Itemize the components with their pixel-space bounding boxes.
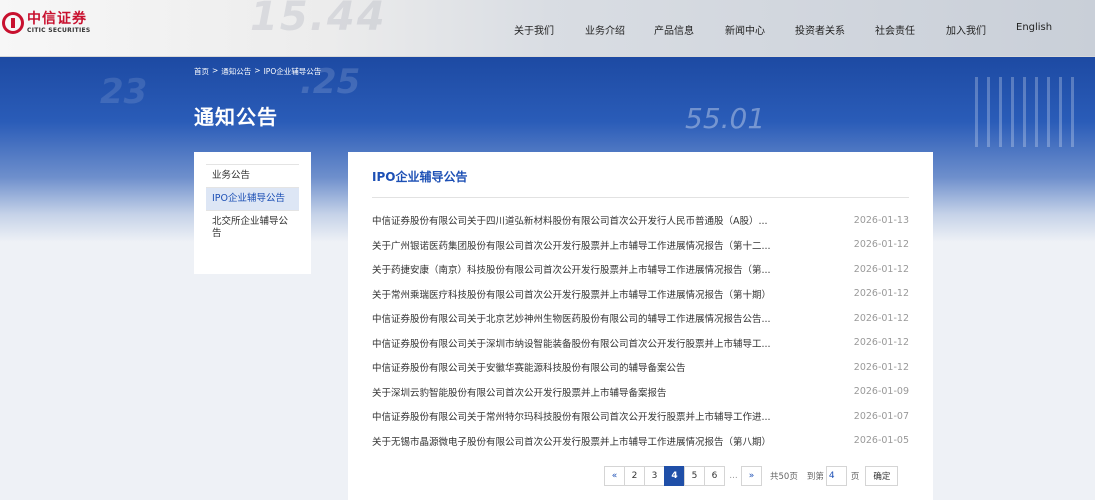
notice-date: 2026-01-12 <box>853 263 909 275</box>
notice-title[interactable]: 关于广州银诺医药集团股份有限公司首次公开发行股票并上市辅导工作进展情况报告（第十… <box>372 238 792 252</box>
list-item[interactable]: 中信证券股份有限公司关于北京艺妙神州生物医药股份有限公司的辅导工作进展情况报告公… <box>372 306 909 331</box>
banner-decoration: 23 <box>100 72 148 112</box>
total-pages: 共50页 <box>770 472 798 482</box>
list-item[interactable]: 中信证券股份有限公司关于四川道弘新材料股份有限公司首次公开发行人民币普通股（A股… <box>372 208 909 233</box>
list-item[interactable]: 关于无锡市晶源微电子股份有限公司首次公开发行股票并上市辅导工作进展情况报告（第八… <box>372 429 909 454</box>
prev-page-button[interactable]: « <box>604 466 625 486</box>
notice-date: 2026-01-12 <box>853 337 909 349</box>
notice-title[interactable]: 中信证券股份有限公司关于常州特尔玛科技股份有限公司首次公开发行股票并上市辅导工作… <box>372 409 792 423</box>
list-item[interactable]: 关于常州乘瑞医疗科技股份有限公司首次公开发行股票并上市辅导工作进展情况报告（第十… <box>372 282 909 307</box>
sidebar-item-bse-notices[interactable]: 北交所企业辅导公告 <box>206 209 299 245</box>
main-panel: IPO企业辅导公告 中信证券股份有限公司关于四川道弘新材料股份有限公司首次公开发… <box>348 152 933 500</box>
logo[interactable]: 中信证券 CITIC SECURITIES <box>2 12 91 34</box>
notice-title[interactable]: 关于深圳云豹智能股份有限公司首次公开发行股票并上市辅导备案报告 <box>372 385 792 399</box>
page-button-3[interactable]: 3 <box>644 466 665 486</box>
notice-date: 2026-01-12 <box>853 239 909 251</box>
breadcrumb-separator: > <box>254 66 261 75</box>
page-button-6[interactable]: 6 <box>704 466 725 486</box>
sidebar-item-business-notices[interactable]: 业务公告 <box>206 164 299 187</box>
notice-date: 2026-01-12 <box>853 288 909 300</box>
nav-social[interactable]: 社会责任 <box>875 22 915 37</box>
list-item[interactable]: 关于深圳云豹智能股份有限公司首次公开发行股票并上市辅导备案报告 2026-01-0… <box>372 380 909 405</box>
list-item[interactable]: 中信证券股份有限公司关于安徽华赛能源科技股份有限公司的辅导备案公告 2026-01… <box>372 355 909 380</box>
top-header: 15.44 中信证券 CITIC SECURITIES 关于我们 业务介绍 产品… <box>0 0 1095 57</box>
next-page-button[interactable]: » <box>741 466 762 486</box>
notice-title[interactable]: 中信证券股份有限公司关于四川道弘新材料股份有限公司首次公开发行人民币普通股（A股… <box>372 213 792 227</box>
pagination: « 2 3 4 5 6 ... » 共50页 到第 页 确定 <box>604 466 899 486</box>
logo-mark-icon <box>2 12 24 34</box>
goto-unit: 页 <box>850 472 860 482</box>
list-item[interactable]: 关于广州银诺医药集团股份有限公司首次公开发行股票并上市辅导工作进展情况报告（第十… <box>372 233 909 258</box>
breadcrumb-notices[interactable]: 通知公告 <box>221 66 251 77</box>
banner-decoration <box>975 77 1075 147</box>
page-button-current[interactable]: 4 <box>664 466 685 486</box>
notice-title[interactable]: 中信证券股份有限公司关于北京艺妙神州生物医药股份有限公司的辅导工作进展情况报告公… <box>372 311 792 325</box>
notice-title[interactable]: 中信证券股份有限公司关于深圳市纳设智能装备股份有限公司首次公开发行股票并上市辅导… <box>372 336 792 350</box>
nav-about[interactable]: 关于我们 <box>514 22 554 37</box>
list-item[interactable]: 关于药捷安康（南京）科技股份有限公司首次公开发行股票并上市辅导工作进展情况报告（… <box>372 257 909 282</box>
banner-decoration: 55.01 <box>685 102 766 135</box>
breadcrumb-current: IPO企业辅导公告 <box>263 67 322 76</box>
nav-join[interactable]: 加入我们 <box>946 22 986 37</box>
page-title: 通知公告 <box>194 105 278 129</box>
goto-confirm-button[interactable]: 确定 <box>865 466 899 486</box>
nav-products[interactable]: 产品信息 <box>654 22 694 37</box>
nav-business[interactable]: 业务介绍 <box>585 22 625 37</box>
page-gap: ... <box>729 471 738 481</box>
notice-title[interactable]: 关于药捷安康（南京）科技股份有限公司首次公开发行股票并上市辅导工作进展情况报告（… <box>372 262 792 276</box>
list-item[interactable]: 中信证券股份有限公司关于深圳市纳设智能装备股份有限公司首次公开发行股票并上市辅导… <box>372 331 909 356</box>
notice-list: 中信证券股份有限公司关于四川道弘新材料股份有限公司首次公开发行人民币普通股（A股… <box>372 208 909 453</box>
notice-title[interactable]: 中信证券股份有限公司关于安徽华赛能源科技股份有限公司的辅导备案公告 <box>372 360 792 374</box>
goto-page-input[interactable] <box>825 466 847 486</box>
notice-title[interactable]: 关于无锡市晶源微电子股份有限公司首次公开发行股票并上市辅导工作进展情况报告（第八… <box>372 434 792 448</box>
notice-date: 2026-01-12 <box>853 312 909 324</box>
notice-date: 2026-01-07 <box>853 410 909 422</box>
nav-news[interactable]: 新闻中心 <box>725 22 765 37</box>
breadcrumb-separator: > <box>212 66 219 75</box>
notice-date: 2026-01-12 <box>853 361 909 373</box>
nav-english[interactable]: English <box>1016 22 1052 33</box>
notice-date: 2026-01-13 <box>853 214 909 226</box>
header-decoration: 15.44 <box>250 0 387 40</box>
logo-cn-text: 中信证券 <box>27 11 87 27</box>
sidebar-item-ipo-notices[interactable]: IPO企业辅导公告 <box>206 186 299 210</box>
breadcrumb: 首页 > 通知公告 > IPO企业辅导公告 <box>194 66 321 77</box>
nav-investor[interactable]: 投资者关系 <box>795 22 845 37</box>
section-title: IPO企业辅导公告 <box>372 168 909 198</box>
page-button-5[interactable]: 5 <box>684 466 705 486</box>
breadcrumb-home[interactable]: 首页 <box>194 66 209 77</box>
sidebar: 业务公告 IPO企业辅导公告 北交所企业辅导公告 <box>194 152 311 274</box>
notice-date: 2026-01-05 <box>853 435 909 447</box>
notice-title[interactable]: 关于常州乘瑞医疗科技股份有限公司首次公开发行股票并上市辅导工作进展情况报告（第十… <box>372 287 792 301</box>
page-button-2[interactable]: 2 <box>624 466 645 486</box>
logo-en-text: CITIC SECURITIES <box>27 27 91 34</box>
goto-label: 到第 <box>806 472 824 482</box>
notice-date: 2026-01-09 <box>853 386 909 398</box>
list-item[interactable]: 中信证券股份有限公司关于常州特尔玛科技股份有限公司首次公开发行股票并上市辅导工作… <box>372 404 909 429</box>
